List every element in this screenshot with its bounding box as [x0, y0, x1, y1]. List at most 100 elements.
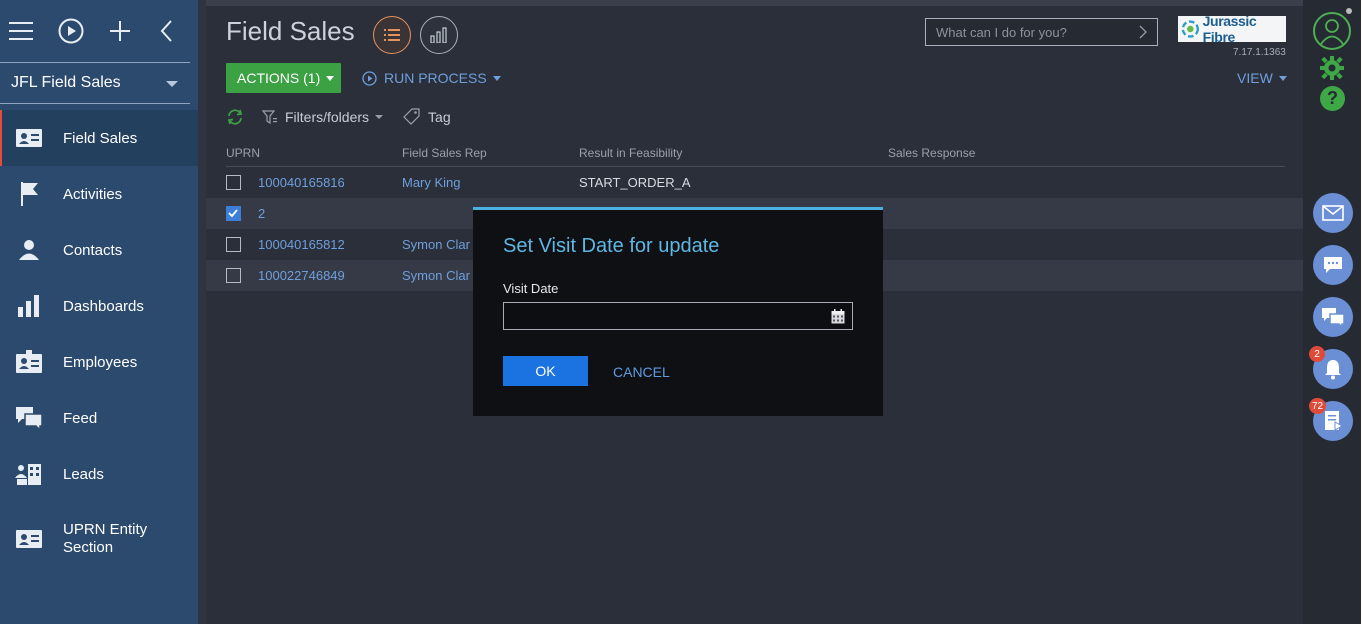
visit-date-field[interactable] — [503, 302, 853, 330]
column-header-uprn[interactable]: UPRN — [226, 146, 260, 160]
uprn-link[interactable]: 2 — [258, 206, 265, 221]
sidebar-item-leads[interactable]: Leads — [0, 446, 198, 502]
sidebar: JFL Field Sales Field Sales Activities C… — [0, 0, 198, 624]
calendar-icon[interactable] — [831, 309, 845, 329]
sidebar-item-label: Activities — [63, 185, 123, 203]
run-process-button[interactable]: RUN PROCESS — [362, 70, 501, 86]
envelope-icon — [1322, 205, 1344, 221]
visit-date-input[interactable] — [504, 303, 814, 329]
filter-icon — [262, 109, 277, 124]
rep-link[interactable]: Mary King — [402, 175, 461, 190]
right-rail: ? 2 72 — [1303, 0, 1361, 624]
company-logo: Jurassic Fibre — [1178, 13, 1286, 45]
sidebar-toolbar — [0, 0, 198, 62]
chart-view-button[interactable] — [420, 16, 458, 54]
sidebar-item-label: Leads — [63, 465, 104, 483]
set-visit-date-dialog: Set Visit Date for update Visit Date OK … — [473, 207, 883, 416]
command-search[interactable] — [925, 18, 1158, 46]
view-label: VIEW — [1237, 70, 1273, 86]
view-menu-button[interactable]: VIEW — [1237, 70, 1287, 86]
hamburger-menu-icon[interactable] — [9, 18, 33, 44]
row-checkbox[interactable] — [226, 175, 241, 190]
uprn-link[interactable]: 100040165816 — [258, 175, 345, 190]
label-line-1: UPRN Entity — [63, 521, 148, 538]
row-checkbox[interactable] — [226, 268, 241, 283]
chat-bubbles-icon — [1322, 308, 1345, 327]
caret-down-icon — [375, 114, 384, 119]
actions-button[interactable]: ACTIONS (1) — [226, 63, 341, 93]
sidebar-item-label: Employees — [63, 353, 138, 371]
collapse-sidebar-icon[interactable] — [158, 18, 173, 44]
sidebar-item-dashboards[interactable]: Dashboards — [0, 278, 198, 334]
tag-icon — [403, 108, 420, 125]
document-play-icon — [1325, 411, 1343, 431]
sidebar-item-employees[interactable]: Employees — [0, 334, 198, 390]
search-input[interactable] — [936, 24, 1126, 40]
add-icon[interactable] — [109, 18, 131, 44]
actions-label: ACTIONS (1) — [237, 70, 321, 86]
column-header-result-in-feasibility[interactable]: Result in Feasibility — [579, 146, 682, 160]
profile-avatar-icon[interactable] — [1313, 12, 1351, 50]
row-checkbox-checked[interactable] — [226, 206, 241, 221]
bar-chart-icon — [430, 27, 447, 43]
sidebar-item-label: Feed — [63, 409, 98, 427]
sidebar-item-field-sales[interactable]: Field Sales — [0, 110, 198, 166]
sidebar-item-label: Field Sales — [63, 129, 138, 147]
workspace-select[interactable]: JFL Field Sales — [0, 62, 190, 104]
refresh-icon[interactable] — [226, 108, 244, 125]
tasks-badge: 72 — [1309, 398, 1327, 414]
help-icon[interactable]: ? — [1320, 86, 1345, 111]
caret-down-icon — [492, 75, 501, 81]
list-icon — [384, 29, 400, 41]
sidebar-item-uprn-entity-section[interactable]: UPRN Entity Section — [0, 502, 198, 576]
filter-bar: Filters/folders Tag — [226, 108, 451, 125]
notifications-badge: 2 — [1309, 346, 1325, 362]
gear-icon[interactable] — [1319, 55, 1345, 86]
rep-link[interactable]: Symon Clar — [402, 268, 470, 283]
feed-button[interactable] — [1313, 297, 1353, 337]
play-process-icon[interactable] — [58, 18, 84, 44]
tag-button[interactable]: Tag — [403, 108, 451, 125]
column-header-field-sales-rep[interactable]: Field Sales Rep — [402, 146, 487, 160]
version-label: 7.17.1.1363 — [1233, 47, 1286, 58]
bell-icon — [1325, 360, 1341, 380]
sidebar-item-activities[interactable]: Activities — [0, 166, 198, 222]
top-strip — [206, 0, 1303, 6]
uprn-link[interactable]: 100040165812 — [258, 237, 345, 252]
flag-icon — [15, 180, 43, 208]
play-icon — [362, 70, 377, 86]
ok-button[interactable]: OK — [503, 356, 588, 386]
rep-link[interactable]: Symon Clar — [402, 237, 470, 252]
cancel-button[interactable]: CANCEL — [613, 364, 670, 380]
sidebar-item-label: Contacts — [63, 241, 123, 259]
sidebar-item-label: Dashboards — [63, 297, 144, 315]
checkmark-icon — [228, 209, 238, 218]
person-icon — [15, 236, 43, 264]
chat-bubbles-icon — [15, 404, 43, 432]
badge-icon — [15, 348, 43, 376]
sidebar-nav: Field Sales Activities Contacts Dashboar… — [0, 110, 198, 576]
column-header-sales-response[interactable]: Sales Response — [888, 146, 975, 160]
row-checkbox[interactable] — [226, 237, 241, 252]
page-title: Field Sales — [226, 16, 355, 46]
email-button[interactable] — [1313, 193, 1353, 233]
label-line-2: Section — [63, 539, 114, 556]
sidebar-edge — [198, 0, 206, 624]
filters-folders-button[interactable]: Filters/folders — [262, 109, 384, 125]
caret-down-icon — [326, 75, 335, 81]
id-card-icon — [15, 525, 43, 553]
chat-button[interactable] — [1313, 245, 1353, 285]
uprn-link[interactable]: 100022746849 — [258, 268, 345, 283]
chevron-right-icon[interactable] — [1139, 25, 1147, 44]
id-card-icon — [15, 124, 43, 152]
list-view-button[interactable] — [373, 16, 411, 54]
table-row[interactable]: 100040165816 Mary King START_ORDER_A — [206, 167, 1303, 198]
result-cell: START_ORDER_A — [579, 175, 691, 190]
workspace-label: JFL Field Sales — [11, 74, 121, 91]
sidebar-item-feed[interactable]: Feed — [0, 390, 198, 446]
run-process-label: RUN PROCESS — [384, 70, 487, 86]
sidebar-item-label: UPRN Entity Section — [63, 521, 147, 557]
sidebar-item-contacts[interactable]: Contacts — [0, 222, 198, 278]
caret-down-icon — [1278, 75, 1287, 81]
visit-date-label: Visit Date — [503, 281, 559, 296]
